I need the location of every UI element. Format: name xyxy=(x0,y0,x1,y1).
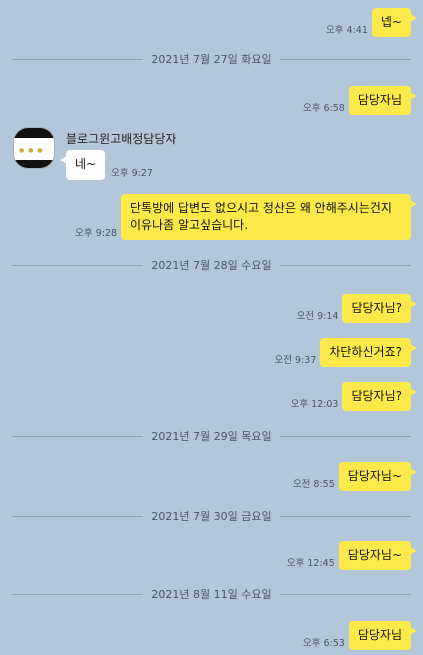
message-row: 오후 12:45 담당자님~ xyxy=(286,541,418,570)
avatar-image: ● ● ● xyxy=(19,147,44,154)
date-divider: 2021년 7월 29일 목요일 xyxy=(12,429,412,443)
message-time: 오후 9:28 xyxy=(75,228,117,239)
message-time: 오전 9:37 xyxy=(274,355,317,366)
divider-line xyxy=(279,593,412,595)
divider-line xyxy=(12,58,144,60)
message-bubble[interactable]: 담당자님 xyxy=(348,621,418,650)
message-time: 오후 6:53 xyxy=(302,638,345,649)
message-row: 오후 4:41 넵~ xyxy=(326,8,418,37)
avatar[interactable]: ● ● ● xyxy=(14,128,54,168)
message-time: 오후 9:27 xyxy=(111,168,153,179)
message-bubble[interactable]: 넵~ xyxy=(371,8,418,37)
date-divider: 2021년 8월 11일 수요일 xyxy=(12,587,412,601)
message-bubble[interactable]: 차단하신거죠? xyxy=(320,338,417,367)
message-row: 네~ 오후 9:27 xyxy=(59,150,153,180)
message-time: 오후 6:58 xyxy=(302,103,345,114)
date-label: 2021년 8월 11일 수요일 xyxy=(151,588,272,601)
message-row: 오전 8:55 담당자님~ xyxy=(292,462,418,491)
message-bubble[interactable]: 담당자님 xyxy=(348,86,418,115)
message-bubble[interactable]: 네~ xyxy=(59,150,106,180)
divider-line xyxy=(279,58,412,60)
message-bubble[interactable]: 단톡방에 답변도 없으시고 정산은 왜 안해주시는건지 이유나좀 알고싶습니다. xyxy=(121,194,417,240)
message-bubble[interactable]: 담당자님~ xyxy=(338,462,418,491)
message-row: 오후 6:53 담당자님 xyxy=(302,621,418,650)
date-divider: 2021년 7월 30일 금요일 xyxy=(12,509,412,523)
message-time: 오후 4:41 xyxy=(326,25,368,36)
divider-line xyxy=(279,515,412,517)
message-row: 오전 9:14 담당자님? xyxy=(296,294,417,323)
sender-name: 블로그윈고배정담당자 xyxy=(66,132,177,146)
divider-line xyxy=(279,264,412,266)
message-row: 오후 6:58 담당자님 xyxy=(302,86,418,115)
divider-line xyxy=(279,435,412,437)
message-row: 오후 12:03 담당자님? xyxy=(290,382,417,411)
message-time: 오전 9:14 xyxy=(296,311,339,322)
message-row: 오전 9:37 차단하신거죠? xyxy=(274,338,417,367)
message-bubble[interactable]: 담당자님? xyxy=(342,382,417,411)
date-label: 2021년 7월 29일 목요일 xyxy=(151,430,272,443)
message-time: 오후 12:45 xyxy=(286,558,335,569)
divider-line xyxy=(12,515,144,517)
chat-window: 오후 4:41 넵~ 2021년 7월 27일 화요일 오후 6:58 담당자님… xyxy=(0,0,423,655)
divider-line xyxy=(12,264,144,266)
message-bubble[interactable]: 담당자님~ xyxy=(338,541,418,570)
divider-line xyxy=(12,593,144,595)
divider-line xyxy=(12,435,144,437)
date-divider: 2021년 7월 27일 화요일 xyxy=(12,52,412,66)
date-label: 2021년 7월 28일 수요일 xyxy=(151,259,272,272)
date-label: 2021년 7월 30일 금요일 xyxy=(151,510,272,523)
message-time: 오전 8:55 xyxy=(292,479,335,490)
date-label: 2021년 7월 27일 화요일 xyxy=(151,53,272,66)
message-row: 오후 9:28 단톡방에 답변도 없으시고 정산은 왜 안해주시는건지 이유나좀… xyxy=(75,194,417,240)
message-bubble[interactable]: 담당자님? xyxy=(342,294,417,323)
date-divider: 2021년 7월 28일 수요일 xyxy=(12,258,412,272)
message-time: 오후 12:03 xyxy=(290,399,339,410)
